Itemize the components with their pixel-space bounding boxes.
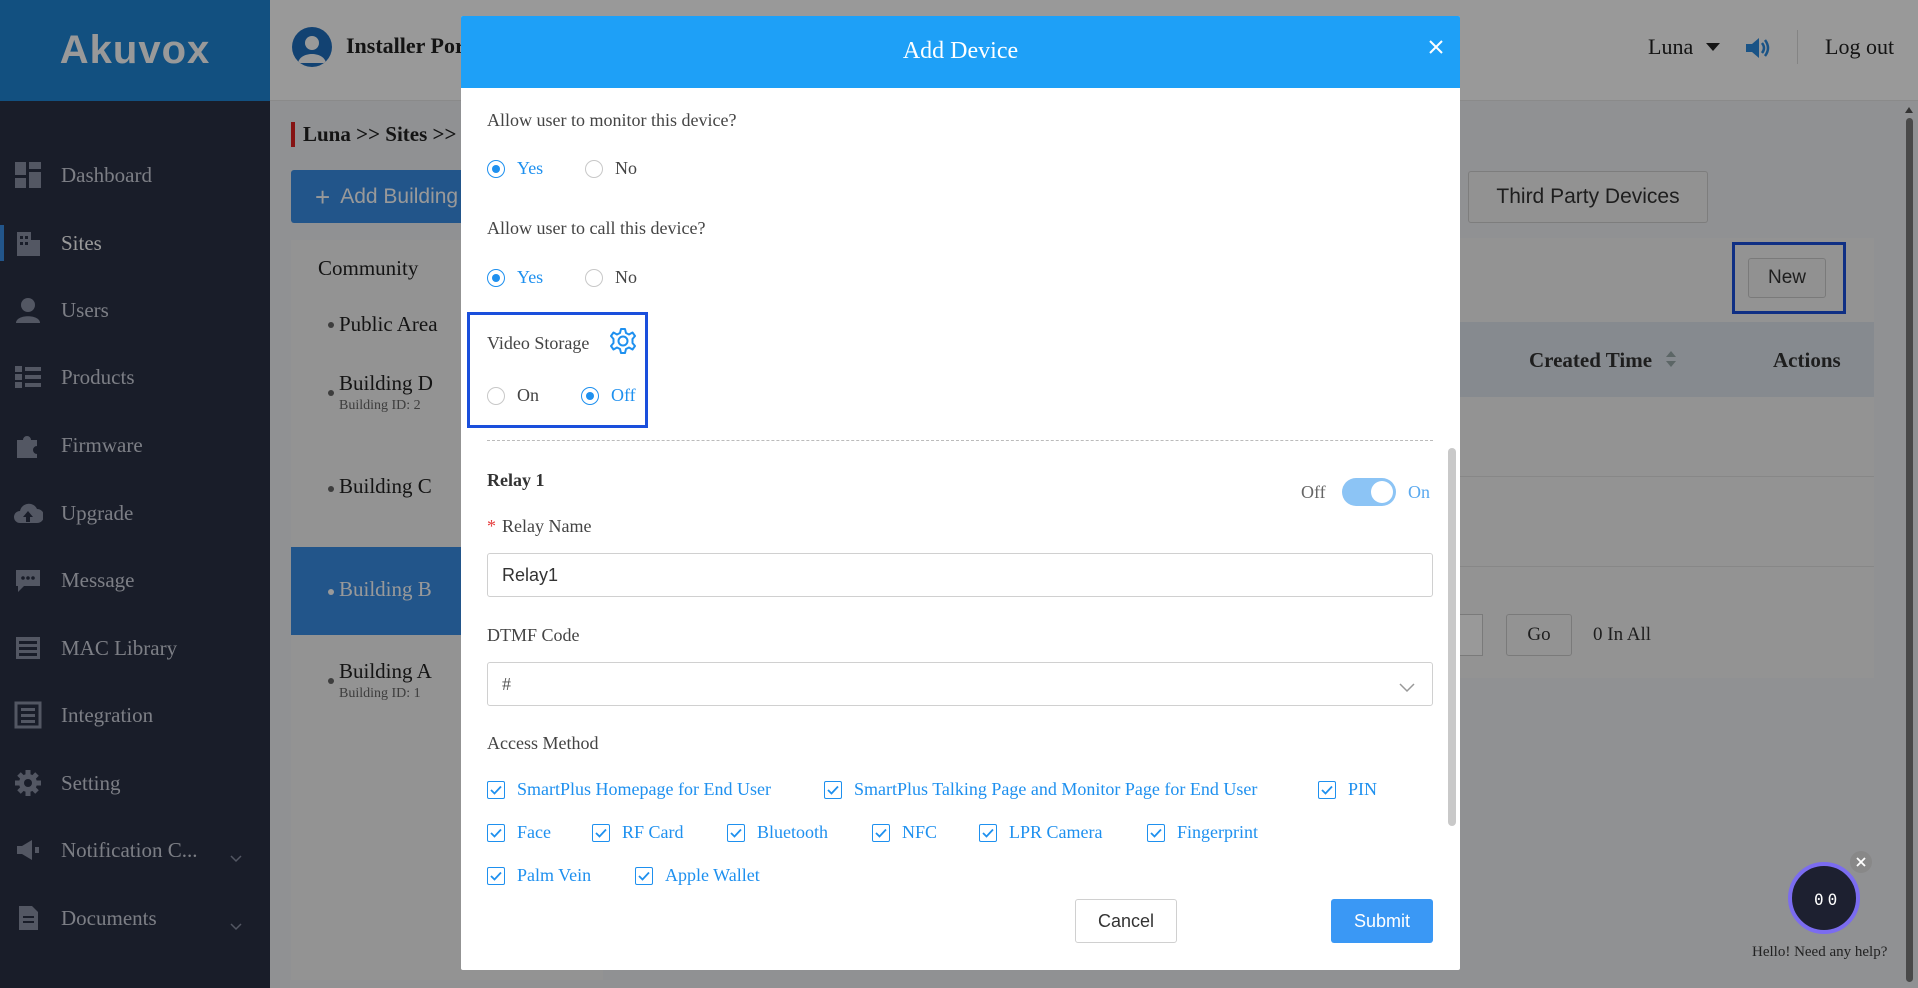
section-divider (487, 440, 1433, 441)
radio-label: Yes (517, 158, 544, 178)
radio-circle (487, 386, 505, 405)
video-storage-off-radio[interactable]: Off (581, 385, 636, 406)
relay-title: Relay 1 (487, 470, 545, 490)
access-checkbox-lpr-camera[interactable]: LPR Camera (979, 822, 1102, 843)
checkbox-checked-icon (979, 823, 997, 842)
relay-toggle-off-label: Off (1301, 482, 1326, 502)
access-method-label: Access Method (487, 733, 599, 753)
checkbox-label: NFC (902, 822, 938, 842)
radio-label: Off (611, 385, 636, 405)
bot-face: 00 (1814, 890, 1842, 909)
checkbox-label: Palm Vein (517, 865, 592, 885)
checkbox-checked-icon (1147, 823, 1165, 842)
relay-name-label-text: Relay Name (502, 516, 592, 536)
checkbox-label: LPR Camera (1009, 822, 1103, 842)
relay-name-input[interactable]: Relay1 (487, 553, 1433, 597)
call-yes-radio[interactable]: Yes (487, 267, 543, 288)
video-storage-label: Video Storage (487, 333, 590, 353)
call-no-radio[interactable]: No (585, 267, 637, 288)
toggle-knob (1371, 481, 1393, 503)
monitor-question: Allow user to monitor this device? (487, 110, 737, 130)
monitor-yes-radio[interactable]: Yes (487, 158, 543, 179)
monitor-no-radio[interactable]: No (585, 158, 637, 179)
cancel-button[interactable]: Cancel (1075, 899, 1177, 943)
close-icon[interactable] (1423, 34, 1449, 60)
access-checkbox-bluetooth[interactable]: Bluetooth (727, 822, 828, 843)
checkbox-label: SmartPlus Talking Page and Monitor Page … (854, 779, 1258, 799)
bot-close-icon[interactable] (1850, 851, 1872, 873)
chevron-down-icon[interactable] (1399, 678, 1415, 697)
access-checkbox-smartplus-talking[interactable]: SmartPlus Talking Page and Monitor Page … (824, 779, 1257, 800)
access-checkbox-pin[interactable]: PIN (1318, 779, 1377, 800)
access-checkbox-smartplus-homepage[interactable]: SmartPlus Homepage for End User (487, 779, 771, 800)
bot-help-text: Hello! Need any help? (1752, 944, 1888, 960)
checkbox-checked-icon (487, 780, 505, 799)
radio-label: No (615, 267, 637, 287)
submit-button[interactable]: Submit (1331, 899, 1433, 943)
settings-gear-icon[interactable] (609, 327, 637, 359)
relay-name-label: * Relay Name (487, 516, 591, 537)
checkbox-label: Face (517, 822, 551, 842)
radio-circle (585, 159, 603, 178)
add-device-dialog: Add Device Allow user to monitor this de… (461, 16, 1460, 970)
relay-toggle[interactable] (1342, 478, 1396, 506)
checkbox-checked-icon (487, 823, 505, 842)
checkbox-checked-icon (824, 780, 842, 799)
dialog-scrollbar[interactable] (1448, 448, 1456, 826)
call-question: Allow user to call this device? (487, 218, 706, 238)
checkbox-checked-icon (727, 823, 745, 842)
checkbox-label: Bluetooth (757, 822, 828, 842)
radio-circle (581, 386, 599, 405)
checkbox-checked-icon (872, 823, 890, 842)
dtmf-label: DTMF Code (487, 625, 580, 645)
checkbox-label: Apple Wallet (665, 865, 760, 885)
radio-label: No (615, 158, 637, 178)
radio-circle (585, 268, 603, 287)
checkbox-checked-icon (592, 823, 610, 842)
relay-toggle-on-label: On (1408, 482, 1430, 502)
dtmf-select[interactable]: # (487, 662, 1433, 706)
checkbox-label: PIN (1348, 779, 1378, 799)
required-marker: * (487, 516, 496, 536)
access-checkbox-nfc[interactable]: NFC (872, 822, 937, 843)
checkbox-checked-icon (1318, 780, 1336, 799)
video-storage-on-radio[interactable]: On (487, 385, 539, 406)
dialog-header: Add Device (461, 16, 1460, 88)
access-checkbox-fingerprint[interactable]: Fingerprint (1147, 822, 1258, 843)
checkbox-label: Fingerprint (1177, 822, 1258, 842)
radio-label: On (517, 385, 539, 405)
radio-label: Yes (517, 267, 544, 287)
checkbox-checked-icon (635, 866, 653, 885)
access-checkbox-apple-wallet[interactable]: Apple Wallet (635, 865, 760, 886)
dialog-title: Add Device (902, 38, 1019, 64)
checkbox-label: SmartPlus Homepage for End User (517, 779, 771, 799)
access-checkbox-face[interactable]: Face (487, 822, 551, 843)
access-checkbox-rf-card[interactable]: RF Card (592, 822, 684, 843)
radio-circle (487, 159, 505, 178)
checkbox-checked-icon (487, 866, 505, 885)
access-checkbox-palm-vein[interactable]: Palm Vein (487, 865, 591, 886)
radio-circle (487, 268, 505, 287)
checkbox-label: RF Card (622, 822, 684, 842)
